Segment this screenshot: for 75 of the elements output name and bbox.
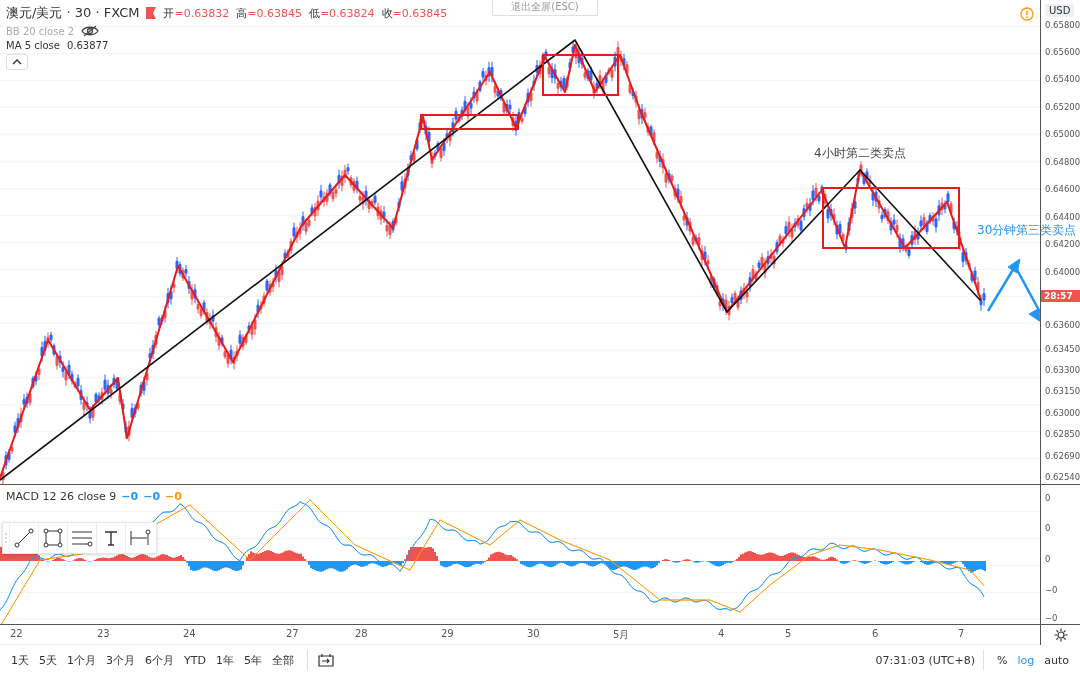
time-tick: 30	[527, 628, 540, 639]
arrow	[986, 258, 1021, 312]
range-button[interactable]: 5年	[238, 652, 267, 668]
time-tick: 7	[958, 628, 965, 639]
range-button[interactable]: 3个月	[101, 652, 140, 668]
price-tick: 0.65400	[1045, 74, 1080, 84]
indicator-value: 0.63877	[66, 40, 109, 51]
time-tick: 6	[872, 628, 879, 639]
macd-value: −0	[165, 490, 182, 503]
price-tick: 0.65200	[1045, 102, 1080, 112]
price-tick: 0.63150	[1045, 386, 1080, 396]
time-tick: 27	[286, 628, 299, 639]
macd-legend: MACD 12 26 close 9	[6, 490, 117, 503]
ohlc-value: 低=0.63824	[308, 5, 375, 21]
price-tick: 0.65000	[1045, 129, 1080, 139]
price-tick: 0.64600	[1045, 184, 1080, 194]
price-tick: 0.64400	[1045, 212, 1080, 222]
time-tick: 23	[97, 628, 110, 639]
price-tick: 0.63000	[1045, 408, 1080, 418]
ohlc-value: 高=0.63845	[236, 5, 302, 21]
price-tick: 0.62690	[1045, 451, 1080, 461]
ohlc-value: 开=0.63832	[163, 5, 230, 21]
symbol-title: 澳元/美元 · 30 · FXCM	[6, 4, 140, 22]
range-button[interactable]: 1年	[210, 652, 239, 668]
scale-option[interactable]: %	[992, 653, 1013, 667]
price-tick: 0.63600	[1045, 320, 1080, 330]
range-button[interactable]: 全部	[266, 652, 299, 668]
range-button[interactable]: 5天	[34, 652, 62, 668]
countdown-badge: 28:57	[1041, 290, 1080, 302]
price-tick: 0.64200	[1045, 239, 1080, 249]
range-button[interactable]: 1个月	[62, 652, 101, 668]
trend-line-tool-icon[interactable]	[9, 523, 38, 553]
price-tick: 0.64000	[1045, 267, 1080, 277]
price-tick: 0.62540	[1045, 472, 1080, 482]
price-tick: 0.62850	[1045, 429, 1080, 439]
price-tick: 0.65800	[1045, 20, 1080, 30]
price-tick: 0.63300	[1045, 365, 1080, 375]
time-tick: 24	[183, 628, 196, 639]
macd-value: −0	[143, 490, 161, 503]
scale-option[interactable]: auto	[1039, 653, 1074, 667]
macd-tick: −0	[1045, 613, 1058, 623]
indicator-label[interactable]: MA 5 close	[6, 40, 60, 51]
macd-tick: 0	[1045, 523, 1051, 533]
macd-tick: 0	[1045, 493, 1051, 503]
ohlc-value: 收=0.63845	[381, 5, 448, 21]
calendar-icon[interactable]	[317, 653, 334, 667]
time-tick: 28	[355, 628, 368, 639]
chart-annotation: 4小时第二类卖点	[814, 146, 906, 160]
range-button[interactable]: 6个月	[140, 652, 179, 668]
range-button[interactable]: YTD	[179, 653, 211, 667]
grip-icon[interactable]	[5, 533, 9, 543]
parallel-lines-tool-icon[interactable]	[67, 523, 96, 553]
text-tool-icon[interactable]	[96, 523, 125, 553]
time-tick: 29	[441, 628, 454, 639]
measure-tool-icon[interactable]	[125, 523, 154, 553]
flag-icon[interactable]	[146, 7, 157, 19]
time-tick: 4	[718, 628, 725, 639]
time-tick: 5月	[613, 628, 630, 642]
macd-value: −0	[121, 490, 139, 503]
macd-tick: 0	[1045, 554, 1051, 564]
settings-icon[interactable]	[1053, 628, 1068, 642]
rectangle-tool-icon[interactable]	[38, 523, 67, 553]
exit-fullscreen-tooltip: 退出全屏(ESC)	[492, 0, 598, 16]
clock-time: 07:31:03 (UTC+8)	[875, 653, 975, 667]
hidden-eye-icon[interactable]	[81, 25, 100, 37]
collapse-button[interactable]	[6, 54, 28, 70]
macd-tick: −0	[1045, 585, 1058, 595]
price-tick: 0.65600	[1045, 47, 1080, 57]
price-tick: 0.64800	[1045, 157, 1080, 167]
range-button[interactable]: 1天	[6, 652, 34, 668]
time-tick: 22	[10, 628, 23, 639]
price-tick: 0.63450	[1045, 344, 1080, 354]
currency-label: USD	[1045, 4, 1075, 17]
chevron-up-icon	[12, 59, 22, 65]
time-tick: 5	[785, 628, 792, 639]
